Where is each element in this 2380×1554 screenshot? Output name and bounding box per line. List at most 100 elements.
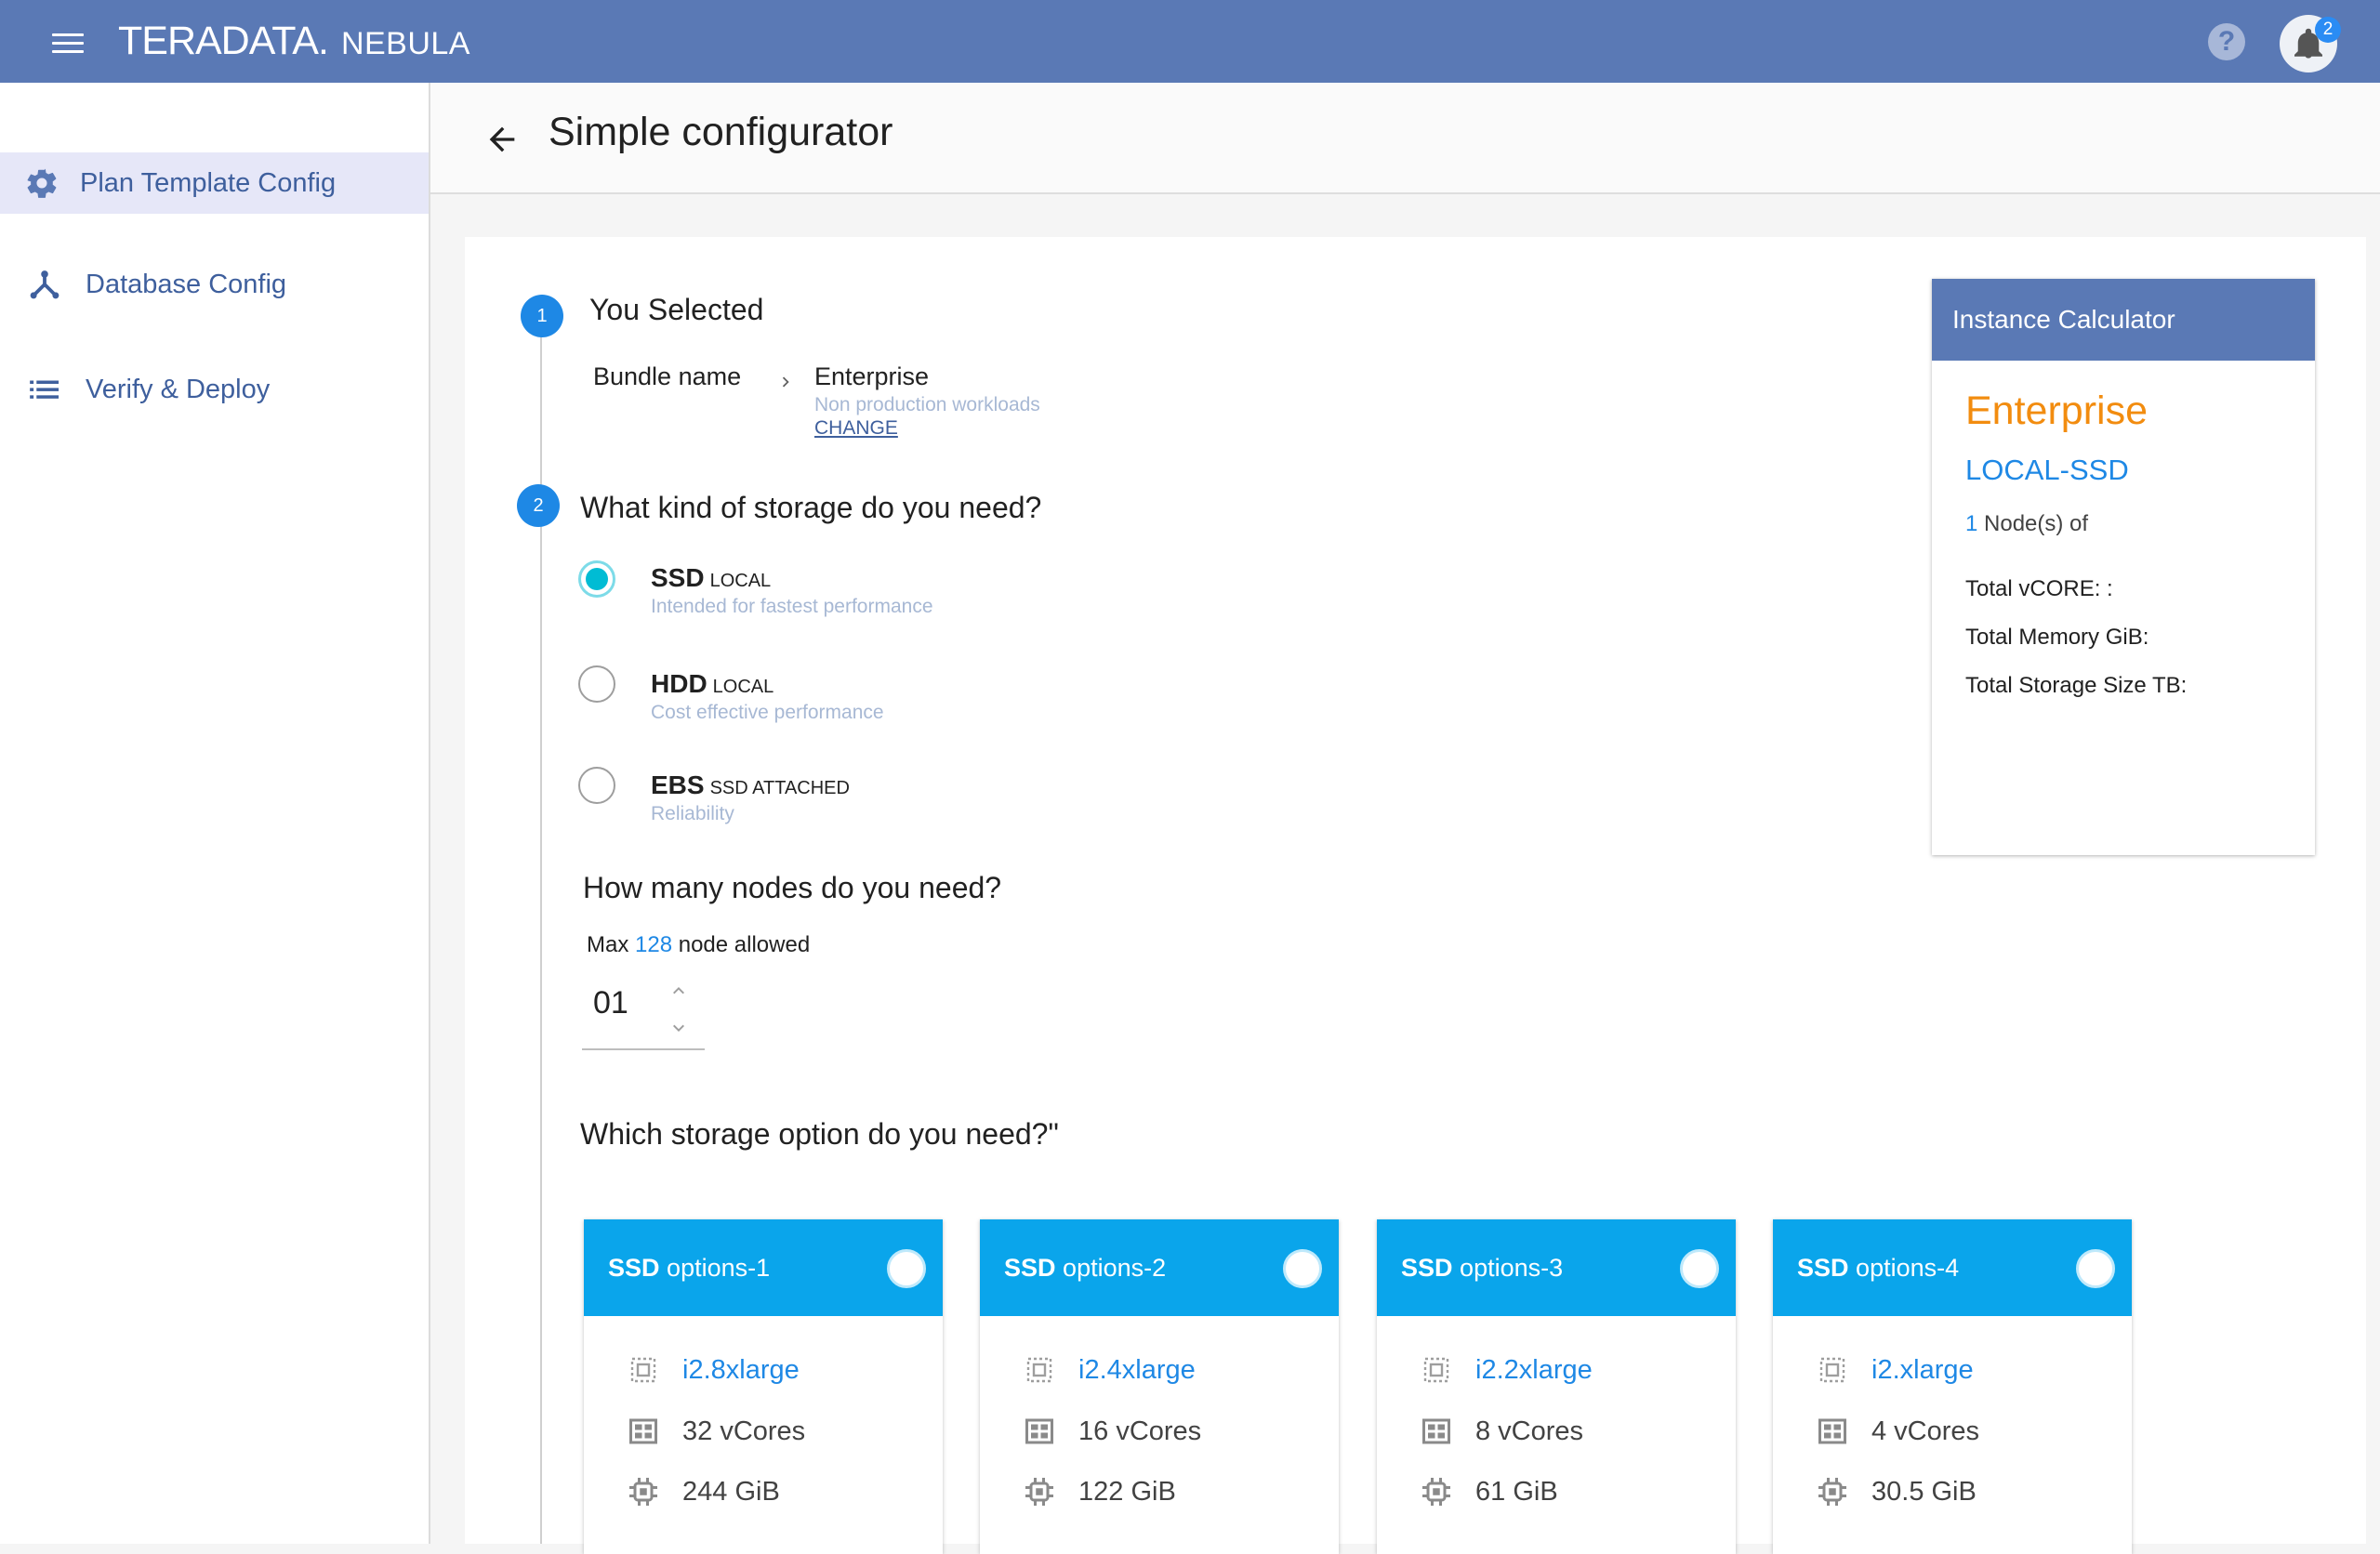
- sidebar-item-plan-template-config[interactable]: Plan Template Config: [0, 152, 429, 214]
- memory-value: 244 GiB: [682, 1476, 780, 1507]
- storage-radio-hdd[interactable]: [578, 665, 615, 703]
- storage-option-ebs[interactable]: EBS SSD ATTACHED: [651, 770, 850, 800]
- nodes-value[interactable]: 01: [593, 985, 628, 1021]
- calculator-title: Instance Calculator: [1932, 279, 2315, 361]
- vcores-row: 16 vCores: [1023, 1413, 1201, 1450]
- cpu-icon: [1818, 1418, 1846, 1444]
- nodes-stepper[interactable]: 01: [582, 965, 705, 1050]
- instance-row: i2.8xlarge: [627, 1351, 800, 1389]
- total-vcore: Total vCORE: :: [1965, 576, 2113, 601]
- ssd-option-card-3[interactable]: SSD options-3 i2.2xlarge 8 vCores 61 GiB: [1377, 1219, 1736, 1554]
- option-card-header: SSD options-1: [584, 1219, 943, 1316]
- option-title-bold: SSD: [608, 1254, 660, 1282]
- instance-type: i2.xlarge: [1871, 1354, 1974, 1385]
- ssd-option-card-1[interactable]: SSD options-1 i2.8xlarge 32 vCores 244 G…: [584, 1219, 943, 1554]
- max-prefix: Max: [587, 932, 629, 957]
- nodes-heading: How many nodes do you need?: [583, 871, 1002, 904]
- memory-chip-icon: [1025, 1478, 1053, 1506]
- storage-name: SSD: [651, 563, 705, 592]
- option-radio[interactable]: [2076, 1249, 2115, 1288]
- notification-count-badge: 2: [2315, 17, 2341, 43]
- storage-radio-ebs[interactable]: [578, 767, 615, 804]
- calculator-storage: LOCAL-SSD: [1965, 454, 2129, 486]
- memory-row: 30.5 GiB: [1816, 1473, 1977, 1510]
- sidebar-item-verify-deploy[interactable]: Verify & Deploy: [0, 359, 429, 420]
- cpu-icon: [1422, 1418, 1450, 1444]
- instance-chip-icon: [1819, 1357, 1845, 1383]
- option-title-rest: options-2: [1063, 1254, 1167, 1282]
- instance-calculator: Instance Calculator Enterprise LOCAL-SSD…: [1932, 279, 2315, 855]
- instance-row: i2.xlarge: [1816, 1351, 1974, 1389]
- ssd-option-card-4[interactable]: SSD options-4 i2.xlarge 4 vCores 30.5 Gi…: [1773, 1219, 2132, 1554]
- step-2-badge: 2: [517, 484, 560, 527]
- max-suffix: node allowed: [678, 932, 811, 957]
- total-storage: Total Storage Size TB:: [1965, 673, 2188, 698]
- vcores-value: 8 vCores: [1475, 1416, 1584, 1446]
- storage-tag: LOCAL: [709, 571, 772, 591]
- back-arrow-icon[interactable]: [483, 121, 521, 158]
- option-title-rest: options-4: [1856, 1254, 1960, 1282]
- memory-chip-icon: [1422, 1478, 1450, 1506]
- hamburger-menu-icon[interactable]: [52, 33, 84, 54]
- calculator-bundle: Enterprise: [1965, 388, 2148, 433]
- instance-chip-icon: [1423, 1357, 1449, 1383]
- instance-chip-icon: [630, 1357, 656, 1383]
- memory-value: 122 GiB: [1078, 1476, 1176, 1507]
- help-icon[interactable]: ?: [2208, 23, 2245, 60]
- calculator-node-line: 1 Node(s) of: [1965, 511, 2088, 537]
- storage-tag: SSD ATTACHED: [709, 778, 850, 798]
- option-card-header: SSD options-2: [980, 1219, 1339, 1316]
- storage-name: HDD: [651, 669, 707, 698]
- ssd-option-card-2[interactable]: SSD options-2 i2.4xlarge 16 vCores 122 G…: [980, 1219, 1339, 1554]
- memory-chip-icon: [629, 1478, 657, 1506]
- option-radio[interactable]: [1283, 1249, 1322, 1288]
- page-title: Simple configurator: [549, 110, 893, 154]
- storage-option-ssd[interactable]: SSD LOCAL: [651, 563, 771, 593]
- vcores-row: 8 vCores: [1420, 1413, 1583, 1450]
- sidebar-item-database-config[interactable]: Database Config: [0, 254, 429, 315]
- option-title-rest: options-1: [667, 1254, 771, 1282]
- top-app-bar: TERADATA. NEBULA ? 2: [0, 0, 2380, 83]
- option-card-header: SSD options-3: [1377, 1219, 1736, 1316]
- max-value: 128: [635, 932, 673, 957]
- storage-option-hdd[interactable]: HDD LOCAL: [651, 669, 774, 699]
- memory-row: 244 GiB: [627, 1473, 780, 1510]
- option-title-bold: SSD: [1004, 1254, 1056, 1282]
- storage-desc: Reliability: [651, 803, 734, 824]
- memory-value: 61 GiB: [1475, 1476, 1558, 1507]
- storage-radio-ssd[interactable]: [578, 560, 615, 598]
- chevron-down-icon[interactable]: [668, 1017, 690, 1039]
- storage-tag: LOCAL: [712, 677, 774, 697]
- nodes-max-note: Max 128 node allowed: [587, 932, 810, 958]
- vcores-value: 32 vCores: [682, 1416, 806, 1446]
- instance-type: i2.8xlarge: [682, 1354, 800, 1385]
- storage-desc: Intended for fastest performance: [651, 596, 933, 617]
- instance-type: i2.4xlarge: [1078, 1354, 1196, 1385]
- chevron-up-icon[interactable]: [668, 980, 690, 1002]
- storage-name: EBS: [651, 770, 705, 799]
- app-logo: TERADATA. NEBULA: [118, 19, 470, 64]
- option-title-rest: options-3: [1460, 1254, 1564, 1282]
- sidebar-item-label: Verify & Deploy: [86, 374, 271, 404]
- cpu-icon: [629, 1418, 657, 1444]
- vcores-row: 4 vCores: [1816, 1413, 1979, 1450]
- sidebar: Plan Template Config Database Config Ver…: [0, 83, 430, 1544]
- option-radio[interactable]: [887, 1249, 926, 1288]
- memory-value: 30.5 GiB: [1871, 1476, 1977, 1507]
- vcores-value: 16 vCores: [1078, 1416, 1202, 1446]
- change-bundle-link[interactable]: CHANGE: [814, 417, 898, 440]
- step-2-heading: What kind of storage do you need?: [580, 491, 1042, 524]
- cpu-icon: [1025, 1418, 1053, 1444]
- sidebar-item-label: Database Config: [86, 269, 287, 299]
- step-1-heading: You Selected: [589, 293, 764, 326]
- step-1-badge: 1: [521, 295, 563, 337]
- option-title-bold: SSD: [1797, 1254, 1849, 1282]
- vcores-row: 32 vCores: [627, 1413, 805, 1450]
- bundle-value: Enterprise: [814, 362, 930, 390]
- sidebar-item-label: Plan Template Config: [80, 167, 337, 198]
- option-radio[interactable]: [1680, 1249, 1719, 1288]
- storage-desc: Cost effective performance: [651, 702, 884, 723]
- brand-main: TERADATA.: [118, 19, 329, 63]
- gear-icon: [27, 168, 57, 198]
- brand-sub: NEBULA: [340, 26, 470, 61]
